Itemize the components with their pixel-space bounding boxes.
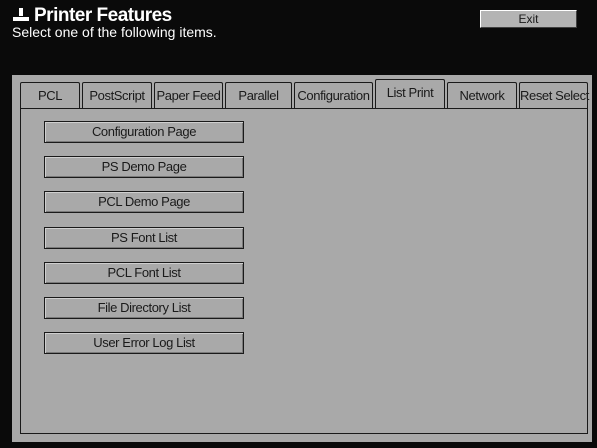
tab-configuration[interactable]: Configuration — [294, 82, 373, 109]
printer-features-window: Printer Features Exit Select one of the … — [0, 0, 597, 448]
ps-font-list-button[interactable]: PS Font List — [44, 227, 244, 249]
instruction-text: Select one of the following items. — [12, 22, 217, 42]
tab-paper-feed[interactable]: Paper Feed — [154, 82, 223, 109]
tab-postscript[interactable]: PostScript — [82, 82, 152, 109]
file-directory-list-button[interactable]: File Directory List — [44, 297, 244, 319]
list-print-panel: Configuration Page PS Demo Page PCL Demo… — [20, 108, 588, 434]
configuration-page-button[interactable]: Configuration Page — [44, 121, 244, 143]
user-error-log-list-button[interactable]: User Error Log List — [44, 332, 244, 354]
exit-button[interactable]: Exit — [480, 10, 577, 28]
tab-reset-select[interactable]: Reset Select — [519, 82, 589, 109]
ps-demo-page-button[interactable]: PS Demo Page — [44, 156, 244, 178]
tab-list-print[interactable]: List Print — [375, 79, 445, 110]
tab-pcl[interactable]: PCL — [20, 82, 80, 109]
tab-parallel[interactable]: Parallel — [225, 82, 292, 109]
tab-network[interactable]: Network — [447, 82, 517, 109]
pcl-font-list-button[interactable]: PCL Font List — [44, 262, 244, 284]
pcl-demo-page-button[interactable]: PCL Demo Page — [44, 191, 244, 213]
tab-bar: PCL PostScript Paper Feed Parallel Confi… — [20, 79, 589, 110]
